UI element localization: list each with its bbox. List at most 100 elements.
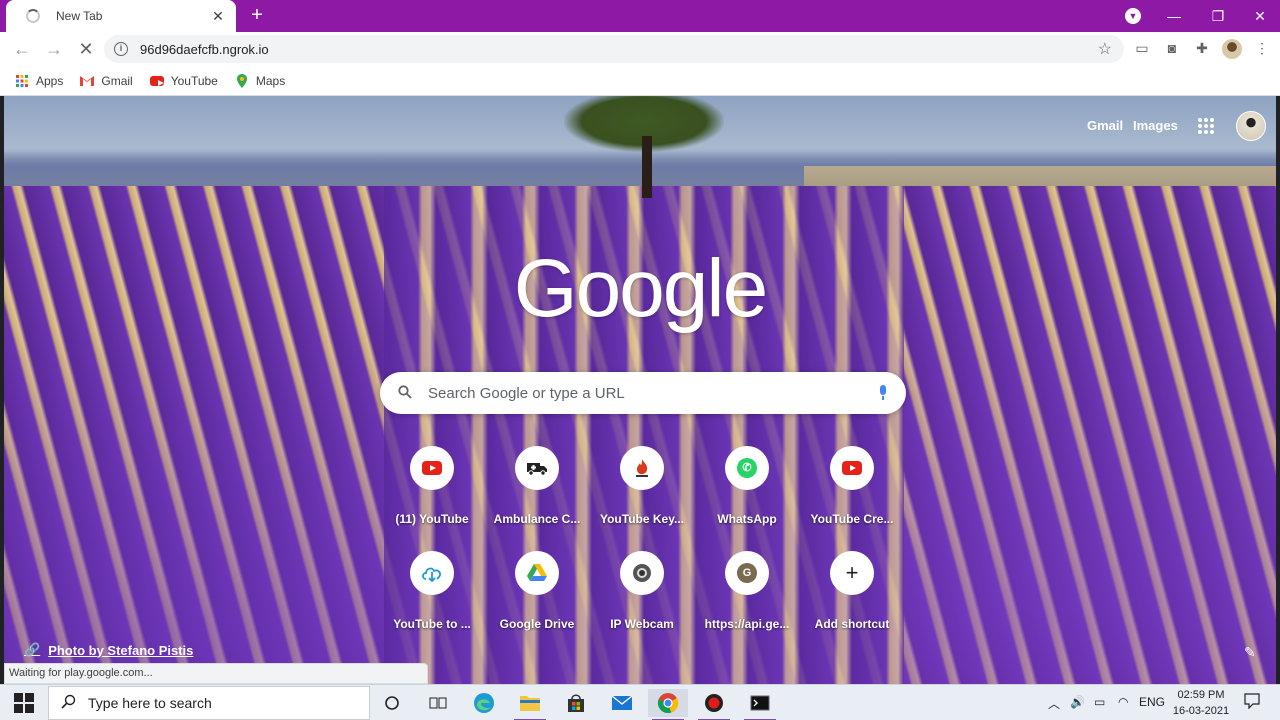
taskbar-search-box[interactable]: Type here to search xyxy=(48,686,370,720)
search-input[interactable]: Search Google or type a URL xyxy=(428,385,878,402)
shortcut-tile[interactable]: Ambulance C... xyxy=(485,446,589,526)
bookmark-gmail[interactable]: Gmail xyxy=(79,73,133,88)
cloud-download-icon xyxy=(410,551,454,595)
shortcut-tile[interactable]: G https://api.ge... xyxy=(695,551,799,631)
youtube-icon xyxy=(149,74,165,88)
shortcut-label: YouTube Key... xyxy=(599,512,684,526)
tray-chevron-up-icon[interactable]: ︿ xyxy=(1048,695,1060,712)
background-tree-trunk xyxy=(642,136,652,198)
profile-avatar[interactable] xyxy=(1222,39,1242,59)
url-text[interactable]: 96d96daefcfb.ngrok.io xyxy=(140,42,1098,57)
add-shortcut-tile[interactable]: + Add shortcut xyxy=(800,551,904,631)
battery-icon[interactable]: ▭ xyxy=(1094,695,1105,709)
tab-close-icon[interactable]: ✕ xyxy=(210,8,226,25)
task-view-icon[interactable] xyxy=(418,689,458,717)
shortcut-tile[interactable]: YouTube Key... xyxy=(590,446,694,526)
mail-icon[interactable] xyxy=(602,689,642,717)
bookmark-label: Maps xyxy=(255,73,286,88)
search-box[interactable]: Search Google or type a URL xyxy=(380,372,906,414)
bookmark-apps[interactable]: Apps xyxy=(14,74,63,88)
cortana-icon[interactable] xyxy=(372,689,412,717)
back-arrow-icon[interactable]: ← xyxy=(8,35,36,63)
shortcut-label: IP Webcam xyxy=(610,617,674,631)
file-explorer-icon[interactable] xyxy=(510,689,550,720)
ambulance-icon xyxy=(515,446,559,490)
shortcut-label: YouTube Cre... xyxy=(810,512,894,526)
maximize-button[interactable]: ❐ xyxy=(1196,0,1240,32)
bookmark-youtube[interactable]: YouTube xyxy=(149,74,218,88)
apps-grid-icon xyxy=(14,74,30,88)
edge-browser-icon[interactable] xyxy=(464,689,504,717)
taskbar-clock[interactable]: 02:59 PM 16-03-2021 xyxy=(1168,687,1234,719)
extensions-puzzle-icon[interactable]: ✚ xyxy=(1192,40,1212,58)
menu-kebab-icon[interactable]: ⋮ xyxy=(1252,40,1272,58)
photo-credit-link[interactable]: 🔗 Photo by Stefano Pistis xyxy=(24,642,193,658)
shortcut-label: WhatsApp xyxy=(717,512,777,526)
browser-toolbar: ← → ✕ i 96d96daefcfb.ngrok.io ☆ xyxy=(0,32,1280,66)
bookmark-label: Gmail xyxy=(101,73,133,88)
shortcut-tile[interactable]: IP Webcam xyxy=(590,551,694,631)
shortcut-label: Ambulance C... xyxy=(493,512,581,526)
google-apps-icon[interactable] xyxy=(1198,118,1214,134)
address-bar[interactable]: i 96d96daefcfb.ngrok.io ☆ xyxy=(104,35,1124,63)
tab-search-icon[interactable]: ▼ xyxy=(1125,8,1141,24)
clock-time: 02:59 PM xyxy=(1177,689,1225,701)
close-window-button[interactable]: ✕ xyxy=(1238,0,1280,32)
google-logo: Google xyxy=(513,243,768,334)
webcam-icon xyxy=(620,551,664,595)
windows-taskbar: Type here to search ︿ 🔊 ▭ ◠ ENG 02:59 PM… xyxy=(0,684,1280,720)
status-bubble: Waiting for play.google.com... xyxy=(4,663,428,684)
new-tab-button[interactable]: + xyxy=(246,4,268,26)
bookmark-label: YouTube xyxy=(170,73,218,88)
terminal-icon[interactable] xyxy=(740,689,780,720)
taskbar-search-input[interactable]: Type here to search xyxy=(88,695,212,711)
gmail-link[interactable]: Gmail xyxy=(1087,118,1123,133)
flame-icon xyxy=(620,446,664,490)
shortcut-tile[interactable]: ✆ WhatsApp xyxy=(695,446,799,526)
title-bar: New Tab ✕ + ▼ — ❐ ✕ xyxy=(0,0,1280,32)
maps-pin-icon xyxy=(234,73,250,88)
search-icon xyxy=(398,384,414,402)
bookmark-star-icon[interactable]: ☆ xyxy=(1098,39,1112,59)
language-indicator[interactable]: ENG xyxy=(1139,695,1165,709)
drive-icon xyxy=(515,551,559,595)
minimize-button[interactable]: — xyxy=(1152,0,1196,32)
bookmark-maps[interactable]: Maps xyxy=(234,73,286,88)
screen-recorder-icon[interactable] xyxy=(694,689,734,720)
bookmarks-bar: Apps Gmail YouTube Maps xyxy=(0,66,1280,96)
search-icon xyxy=(61,694,76,713)
gmail-icon xyxy=(79,74,95,88)
shortcut-tile[interactable]: YouTube Cre... xyxy=(800,446,904,526)
plus-icon: + xyxy=(830,551,874,595)
shortcut-tile[interactable]: YouTube to ... xyxy=(380,551,484,631)
shortcut-tile[interactable]: (11) YouTube xyxy=(380,446,484,526)
letter-g-icon: G xyxy=(725,551,769,595)
store-bag-icon[interactable] xyxy=(556,689,596,717)
site-info-icon[interactable]: i xyxy=(114,42,128,56)
chrome-icon[interactable] xyxy=(648,689,688,720)
voice-search-mic-icon[interactable] xyxy=(878,385,888,401)
forward-arrow-icon[interactable]: → xyxy=(40,35,68,63)
stop-loading-icon[interactable]: ✕ xyxy=(72,35,100,63)
customize-pencil-icon[interactable]: ✎ xyxy=(1244,644,1256,661)
clock-date: 16-03-2021 xyxy=(1172,705,1230,717)
shortcut-label: Add shortcut xyxy=(814,617,890,631)
shortcut-label: (11) YouTube xyxy=(395,512,469,526)
notifications-icon[interactable] xyxy=(1244,693,1260,712)
youtube-icon xyxy=(830,446,874,490)
windows-start-icon[interactable] xyxy=(14,693,34,713)
shortcut-label: https://api.ge... xyxy=(704,617,790,631)
youtube-icon xyxy=(410,446,454,490)
volume-icon[interactable]: 🔊 xyxy=(1070,695,1085,709)
cast-icon[interactable]: ▭ xyxy=(1132,40,1152,58)
shortcut-label: YouTube to ... xyxy=(393,617,471,631)
wifi-icon[interactable]: ◠ xyxy=(1118,695,1128,709)
whatsapp-icon: ✆ xyxy=(725,446,769,490)
account-avatar[interactable] xyxy=(1236,111,1266,141)
camera-icon[interactable]: ◙ xyxy=(1162,40,1182,58)
photo-credit-text[interactable]: Photo by Stefano Pistis xyxy=(48,643,193,658)
loading-spinner-icon xyxy=(26,9,40,23)
tab-new-tab[interactable]: New Tab ✕ xyxy=(6,0,236,32)
images-link[interactable]: Images xyxy=(1133,118,1178,133)
shortcut-tile[interactable]: Google Drive xyxy=(485,551,589,631)
